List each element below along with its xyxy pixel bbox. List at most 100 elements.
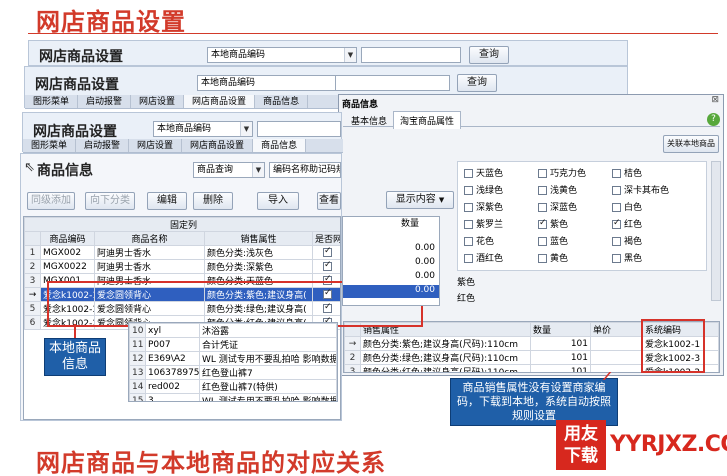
display-content-button[interactable]: 显示内容 ▼ (386, 191, 454, 209)
row-index: 12 (129, 351, 146, 366)
sku-qty-cell: 101 (530, 336, 591, 351)
is-shop-cell[interactable] (311, 259, 340, 274)
checkbox[interactable] (538, 237, 547, 246)
table-row[interactable]: 12E369\A2WL 测试专用不要乱拍哈 影响数据 这个用 (129, 351, 337, 366)
color-option[interactable]: 褐色 (612, 234, 642, 247)
checkbox[interactable] (538, 169, 547, 178)
table-row[interactable]: 153WL 测试专用不要乱拍哈 影响数据 就不行 (129, 393, 337, 401)
tab-shop-goods-settings[interactable]: 网店商品设置 (184, 95, 256, 108)
checkbox[interactable] (612, 237, 621, 246)
help-icon[interactable]: ? (707, 113, 720, 126)
table-row[interactable]: 10 xyl 沐浴露 (129, 323, 337, 338)
checkbox[interactable] (612, 254, 621, 263)
name-cell: 合计凭证 (199, 337, 337, 352)
color-option[interactable]: 红色 (612, 217, 642, 230)
color-option[interactable]: 深卡其布色 (612, 183, 669, 196)
table-row[interactable]: 11 P007 合计凭证 (129, 337, 337, 352)
scrollbar[interactable] (711, 161, 721, 301)
color-option-label: 深蓝色 (550, 203, 578, 213)
slide-title: 网店商品设置 (36, 8, 186, 36)
tab-taobao-attrs[interactable]: 淘宝商品属性 (393, 111, 462, 129)
import-button[interactable]: 导入 (257, 192, 299, 210)
local-note-connector (74, 324, 76, 338)
color-option[interactable]: 蓝色 (538, 234, 568, 247)
checkbox[interactable] (323, 261, 333, 271)
goods-query-combo[interactable]: 商品查询 ▼ (193, 162, 265, 178)
checkbox[interactable] (538, 254, 547, 263)
add-child-button[interactable]: 向下分类 (85, 192, 135, 210)
goods-field-combo[interactable]: 编码名称助记码规格型号查询 (269, 162, 341, 178)
middle-search-button[interactable]: 查询 (457, 74, 497, 92)
edit-button[interactable]: 编辑 (147, 192, 187, 210)
color-option[interactable]: 白色 (612, 200, 642, 213)
checkbox[interactable] (538, 203, 547, 212)
tab-graphic-menu[interactable]: 图形菜单 (25, 95, 79, 108)
add-sibling-button[interactable]: 同级添加 (27, 192, 75, 210)
color-option[interactable]: 浅绿色 (464, 183, 503, 196)
color-option[interactable]: 天蓝色 (464, 166, 503, 179)
color-option[interactable]: 浅黄色 (538, 183, 577, 196)
checkbox[interactable] (612, 218, 621, 229)
tab-shop-settings[interactable]: 网店设置 (131, 95, 185, 108)
qty-column: 数量 0.00 0.00 0.00 0.00 (342, 216, 440, 306)
close-icon[interactable]: ⊠ (711, 95, 719, 105)
tab-goods-info[interactable]: 商品信息 (253, 139, 307, 152)
table-row[interactable]: 2 MGX0022 阿迪男士香水 颜色分类:深紫色 (24, 259, 340, 274)
table-row[interactable]: 1 MGX002 阿迪男士香水 颜色分类:浅灰色 (24, 245, 340, 260)
color-option[interactable]: 黑色 (612, 251, 642, 264)
link-local-goods-button[interactable]: 关联本地商品 (663, 135, 719, 153)
is-shop-cell[interactable] (311, 245, 340, 260)
color-option-label: 深紫色 (476, 203, 504, 213)
tab-startup-alarm[interactable]: 启动报警 (76, 139, 130, 152)
color-option-label: 红色 (624, 220, 643, 230)
delete-button[interactable]: 删除 (193, 192, 233, 210)
front-code-combo[interactable]: 本地商品编码 ▼ (153, 121, 253, 137)
back-code-combo[interactable]: 本地商品编码 ▼ (207, 47, 357, 63)
tab-shop-settings[interactable]: 网店设置 (129, 139, 183, 152)
checkbox[interactable] (612, 186, 621, 195)
color-option[interactable]: 深蓝色 (538, 200, 577, 213)
color-option-label: 紫色 (550, 220, 569, 230)
table-row[interactable]: 1310637897519红色登山裤7 (129, 365, 337, 380)
code-cell: xyl (145, 323, 200, 338)
checkbox[interactable] (464, 203, 473, 212)
goods-field-combo-value: 编码名称助记码规格型号查询 (273, 165, 340, 175)
checkbox[interactable] (464, 254, 473, 263)
tab-graphic-menu[interactable]: 图形菜单 (23, 139, 77, 152)
checkbox[interactable] (464, 237, 473, 246)
tab-shop-goods-settings[interactable]: 网店商品设置 (182, 139, 254, 152)
back-search-input[interactable] (361, 47, 461, 63)
checkbox[interactable] (612, 169, 621, 178)
checkbox[interactable] (464, 169, 473, 178)
table-row[interactable]: 14 red002 红色登山裤7(特供) (129, 379, 337, 394)
tab-goods-info[interactable]: 商品信息 (255, 95, 309, 108)
row-index: 2 (344, 350, 361, 365)
color-attr-panel: 天蓝色 巧克力色 桔色浅绿色 浅黄色 深卡其布色深紫色 深蓝色 白色紫罗兰 紫色 红色花色 蓝色 褐… (457, 161, 707, 271)
checkbox[interactable] (464, 186, 473, 195)
color-option[interactable]: 紫色 (538, 217, 568, 230)
checkbox[interactable] (612, 203, 621, 212)
checkbox[interactable] (538, 218, 547, 229)
back-search-button[interactable]: 查询 (469, 46, 509, 64)
view-button[interactable]: 查看 (317, 192, 341, 210)
color-option[interactable]: 黄色 (538, 251, 568, 264)
middle-search-input[interactable] (335, 75, 450, 91)
color-option[interactable]: 深紫色 (464, 200, 503, 213)
checkbox[interactable] (323, 247, 333, 257)
front-tab-row: 图形菜单 启动报警 网店设置 网店商品设置 商品信息 (23, 139, 343, 153)
tab-basic-info[interactable]: 基本信息 (347, 114, 391, 127)
row-index: 11 (129, 337, 146, 352)
color-option[interactable]: 花色 (464, 234, 494, 247)
color-option[interactable]: 酒红色 (464, 251, 503, 264)
color-option[interactable]: 桔色 (612, 166, 642, 179)
goods-grid-lower: 10 xyl 沐浴露 11 P007 合计凭证 12 E369\A2 WL 测试专用不要乱拍… (128, 322, 338, 402)
checkbox[interactable] (538, 186, 547, 195)
local-goods-note: 本地商品信息 (44, 338, 106, 376)
color-option[interactable]: 巧克力色 (538, 166, 586, 179)
color-option[interactable]: 紫罗兰 (464, 217, 503, 230)
tab-startup-alarm[interactable]: 启动报警 (78, 95, 132, 108)
checkbox[interactable] (464, 220, 473, 229)
code-cell: 10637897519 (145, 365, 200, 380)
front-search-input[interactable] (257, 121, 341, 137)
middle-code-combo[interactable]: 本地商品编码 ▼ (197, 75, 352, 91)
